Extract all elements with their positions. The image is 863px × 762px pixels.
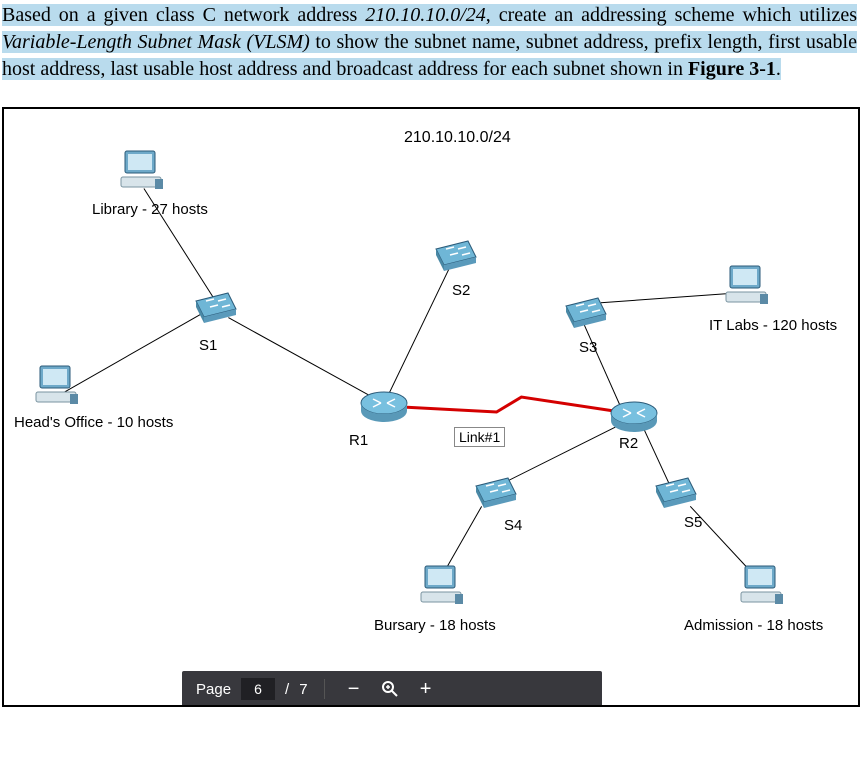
- pc-itlabs-label: IT Labs - 120 hosts: [709, 317, 837, 334]
- router-r2-icon: [609, 399, 659, 433]
- page-label: Page: [196, 681, 231, 698]
- pc-library-label: Library - 27 hosts: [92, 201, 208, 218]
- zoom-out-button[interactable]: −: [341, 676, 367, 702]
- router-r1-icon: [359, 389, 409, 423]
- link1-label: Link#1: [454, 427, 505, 447]
- figure-3-1: 210.10.10.0/24 Library - 27 hosts Head's…: [2, 107, 860, 707]
- page-total: 7: [299, 681, 307, 698]
- page-current-input[interactable]: [241, 678, 275, 700]
- switch-s1-label: S1: [199, 337, 217, 354]
- router-r1-label: R1: [349, 432, 368, 449]
- pc-admission-icon: [739, 564, 787, 608]
- network-address-label: 210.10.10.0/24: [404, 129, 511, 147]
- switch-s3-label: S3: [579, 339, 597, 356]
- switch-s3-icon: [564, 294, 608, 330]
- pc-admission-label: Admission - 18 hosts: [684, 617, 823, 634]
- switch-s4-icon: [474, 474, 518, 510]
- q-part4: .: [776, 58, 781, 80]
- switch-s5-icon: [654, 474, 698, 510]
- switch-s1-icon: [194, 289, 238, 325]
- switch-s2-label: S2: [452, 282, 470, 299]
- pdf-toolbar: Page / 7 − +: [182, 671, 602, 707]
- question-text: Based on a given class C network address…: [0, 0, 863, 85]
- pc-library-icon: [119, 149, 167, 193]
- toolbar-divider: [324, 679, 325, 699]
- network-wires: [4, 109, 858, 705]
- pc-itlabs-icon: [724, 264, 772, 308]
- switch-s4-label: S4: [504, 517, 522, 534]
- zoom-in-button[interactable]: +: [413, 676, 439, 702]
- q-fig: Figure 3-1: [688, 58, 776, 80]
- switch-s5-label: S5: [684, 514, 702, 531]
- router-r2-label: R2: [619, 435, 638, 452]
- q-part1: Based on a given class C network address: [2, 4, 365, 26]
- q-part2a: , create an addressing scheme which util…: [486, 4, 857, 26]
- switch-s2-icon: [434, 237, 478, 273]
- page-sep: /: [285, 681, 289, 698]
- pc-bursary-icon: [419, 564, 467, 608]
- q-addr: 210.10.10.0/24: [365, 4, 486, 26]
- q-vlsm: Variable-Length Subnet Mask (VLSM): [2, 31, 310, 53]
- pc-bursary-label: Bursary - 18 hosts: [374, 617, 496, 634]
- magnifier-icon: [381, 680, 399, 698]
- pc-headoffice-icon: [34, 364, 82, 408]
- zoom-reset-button[interactable]: [377, 676, 403, 702]
- pc-headoffice-label: Head's Office - 10 hosts: [14, 414, 173, 431]
